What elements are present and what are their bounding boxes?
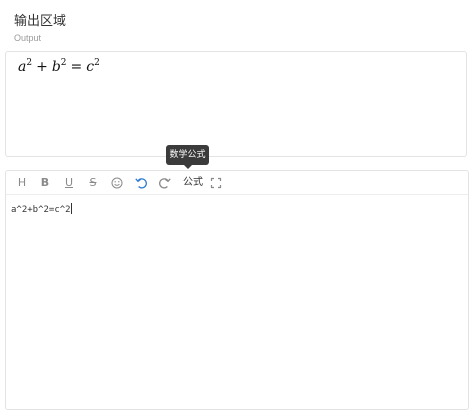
formula-exp-b: 2 <box>60 58 67 68</box>
editor-textarea[interactable]: a^2+b^2=c^2 <box>11 203 72 215</box>
editor-toolbar: H B U S 公式 <box>6 171 468 195</box>
formula-exp-c: 2 <box>94 58 100 68</box>
redo-icon[interactable] <box>158 175 172 191</box>
strikethrough-icon[interactable]: S <box>87 175 99 191</box>
formula-var-c: c <box>86 59 95 75</box>
formula-equals: = <box>70 59 83 75</box>
formula-var-b: b <box>51 59 61 75</box>
output-section-subtitle: Output <box>14 33 42 43</box>
formula-plus: + <box>36 59 48 75</box>
underline-icon[interactable]: U <box>63 175 75 191</box>
output-section-title: 输出区域 <box>14 14 67 29</box>
markdown-editor: H B U S 公式 a^2+b^2=c^2 <box>5 170 469 410</box>
heading-icon[interactable]: H <box>16 175 28 191</box>
bold-icon[interactable]: B <box>39 175 51 191</box>
rendered-formula: a2 + b2 = c2 <box>18 58 100 75</box>
undo-icon[interactable] <box>134 175 148 191</box>
fullscreen-icon[interactable] <box>209 175 223 191</box>
formula-button[interactable]: 公式 <box>182 175 204 191</box>
output-preview-box: a2 + b2 = c2 <box>5 51 467 157</box>
editor-content: a^2+b^2=c^2 <box>11 205 71 215</box>
text-caret <box>70 203 72 214</box>
formula-tooltip: 数学公式 <box>166 145 209 169</box>
emoji-icon[interactable] <box>110 175 124 191</box>
formula-exp-a: 2 <box>26 58 33 68</box>
